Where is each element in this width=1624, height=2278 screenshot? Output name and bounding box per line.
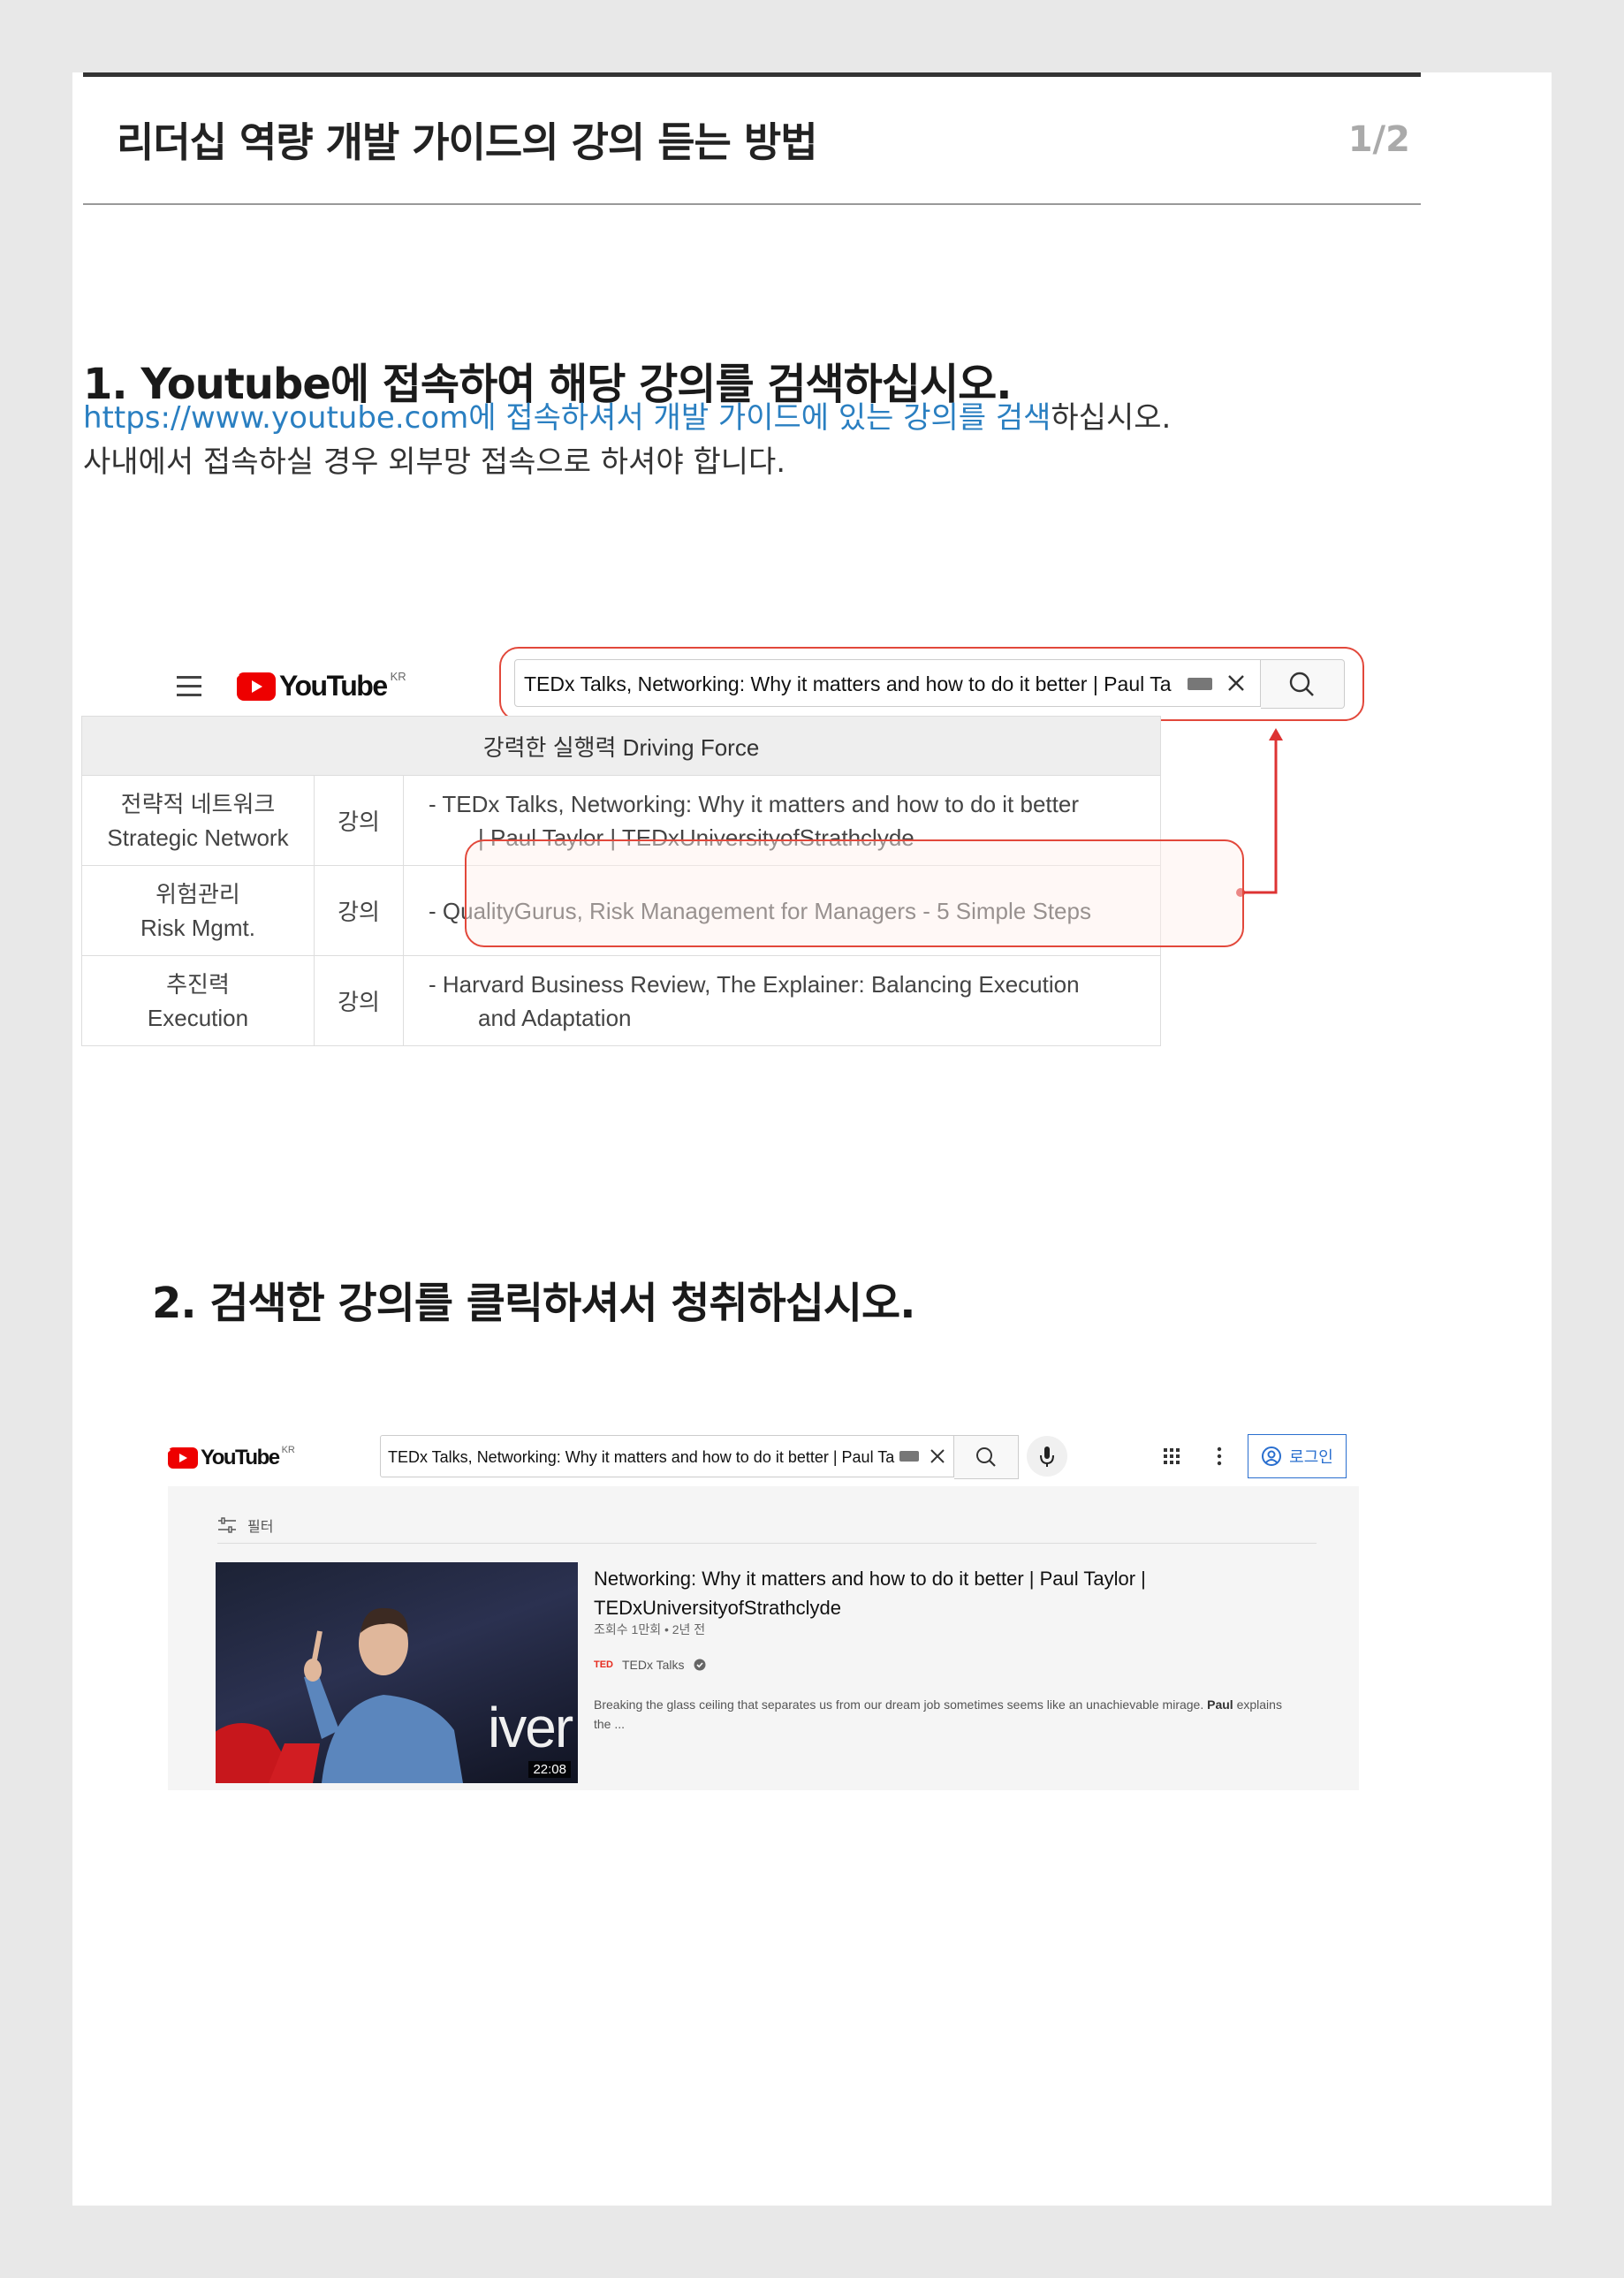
category-ko: 추진력 <box>166 970 230 998</box>
clear-icon[interactable] <box>928 1447 947 1469</box>
keyboard-icon[interactable] <box>899 1451 919 1462</box>
step1-line2: 사내에서 접속하실 경우 외부망 접속으로 하셔야 합니다. <box>83 444 786 480</box>
channel-name: TEDx Talks <box>622 1658 685 1672</box>
header-divider <box>83 203 1421 205</box>
search-button[interactable] <box>1261 659 1345 709</box>
page-indicator: 1/2 <box>1347 119 1410 160</box>
category-ko: 위험관리 <box>156 880 240 907</box>
ted-badge: TED <box>594 1659 613 1670</box>
verified-icon <box>694 1659 706 1671</box>
type-cell: 강의 <box>314 775 404 866</box>
account-icon <box>1262 1447 1282 1466</box>
category-en: Risk Mgmt. <box>140 914 255 941</box>
video-title[interactable]: Networking: Why it matters and how to do… <box>594 1564 1265 1622</box>
results-search-button[interactable] <box>954 1435 1019 1479</box>
youtube-play-icon <box>168 1447 198 1469</box>
results-search-input[interactable]: TEDx Talks, Networking: Why it matters a… <box>380 1435 954 1477</box>
filter-button[interactable]: 필터 <box>217 1515 273 1536</box>
row-highlight-frame <box>465 839 1244 947</box>
step1-instructions: https://www.youtube.com에 접속하셔서 개발 가이드에 있… <box>83 396 1171 484</box>
stage-lettering: iver <box>488 1696 573 1759</box>
top-rule <box>83 72 1421 77</box>
step1-line1-rest: 하십시오. <box>1051 400 1172 436</box>
clear-icon[interactable] <box>1225 672 1248 698</box>
login-button[interactable]: 로그인 <box>1248 1434 1347 1478</box>
content-line: - TEDx Talks, Networking: Why it matters… <box>429 790 1079 817</box>
category-ko: 전략적 네트워크 <box>120 790 276 817</box>
youtube-link[interactable]: https://www.youtube.com에 접속하셔서 개발 가이드에 있… <box>83 400 1051 436</box>
video-stats: 조회수 1만회 • 2년 전 <box>594 1622 706 1636</box>
mic-button[interactable] <box>1027 1436 1067 1477</box>
hamburger-menu-icon[interactable] <box>177 676 201 702</box>
video-description: Breaking the glass ceiling that separate… <box>594 1697 1282 1731</box>
youtube-logo[interactable]: YouTube KR <box>168 1445 295 1470</box>
keyboard-icon[interactable] <box>1188 678 1212 690</box>
type-cell: 강의 <box>314 865 404 956</box>
more-options-icon[interactable] <box>1216 1446 1223 1470</box>
microphone-icon <box>1040 1447 1054 1467</box>
filter-icon <box>218 1517 236 1533</box>
youtube-play-icon <box>237 672 276 701</box>
video-thumbnail[interactable]: iver 22:08 <box>216 1562 578 1783</box>
step2-heading: 2. 검색한 강의를 클릭하셔서 청취하십시오. <box>152 1279 915 1328</box>
category-en: Execution <box>147 1004 249 1031</box>
page-title: 리더십 역량 개발 가이드의 강의 듣는 방법 <box>117 118 818 166</box>
category-en: Strategic Network <box>107 824 289 851</box>
video-duration: 22:08 <box>528 1761 571 1778</box>
youtube-logo[interactable]: YouTube KR <box>237 670 406 702</box>
content-line: - Harvard Business Review, The Explainer… <box>429 970 1080 998</box>
apps-grid-icon[interactable] <box>1163 1447 1180 1469</box>
search-icon <box>976 1447 996 1467</box>
table-row: 추진력 Execution 강의 - Harvard Business Revie… <box>81 955 1161 1046</box>
content-line: and Adaptation <box>478 1004 632 1031</box>
channel-row[interactable]: TED TEDx Talks <box>594 1658 706 1672</box>
search-input[interactable]: TEDx Talks, Networking: Why it matters a… <box>514 659 1261 707</box>
filter-divider <box>217 1543 1317 1544</box>
table-header: 강력한 실행력 Driving Force <box>81 716 1161 776</box>
search-icon <box>1289 672 1314 696</box>
type-cell: 강의 <box>314 955 404 1046</box>
